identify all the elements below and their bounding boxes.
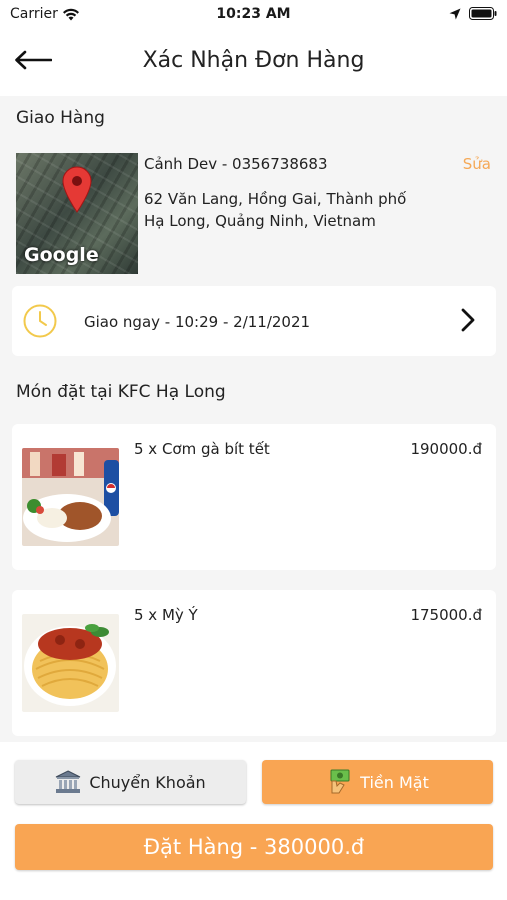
cash-button[interactable]: Tiền Mặt [262, 760, 493, 804]
item-name: 5 x Cơm gà bít tết [134, 440, 270, 458]
battery-icon [469, 7, 497, 20]
delivery-time-row[interactable]: Giao ngay - 10:29 - 2/11/2021 [12, 286, 496, 356]
map-attribution: Google [24, 244, 99, 266]
cash-label: Tiền Mặt [360, 772, 429, 792]
map-thumbnail[interactable]: Google [16, 153, 138, 274]
location-arrow-icon [449, 8, 461, 19]
status-right [449, 7, 497, 20]
bottom-panel: Chuyển Khoản Tiền Mặt Đặt Hàng - 380000.… [0, 742, 507, 900]
page-title: Xác Nhận Đơn Hàng [142, 48, 365, 73]
cash-hand-icon [330, 769, 350, 794]
clock-time: 10:23 AM [216, 6, 291, 22]
edit-address-button[interactable]: Sửa [463, 155, 491, 173]
item-price: 175000.đ [410, 606, 482, 624]
nav-header: Xác Nhận Đơn Hàng [0, 30, 507, 96]
map-pin-icon [62, 166, 92, 213]
delivery-time-text: Giao ngay - 10:29 - 2/11/2021 [84, 313, 311, 331]
order-section-label: Món đặt tại KFC Hạ Long [16, 382, 226, 402]
item-price: 190000.đ [410, 440, 482, 458]
contact-info: Cảnh Dev - 0356738683 [144, 155, 328, 173]
clock-icon [23, 304, 57, 338]
status-bar: Carrier 10:23 AM [0, 0, 507, 30]
bank-transfer-label: Chuyển Khoản [89, 772, 206, 792]
chevron-right-icon [461, 308, 475, 332]
bank-icon [56, 770, 81, 793]
list-item[interactable]: 5 x Cơm gà bít tết 190000.đ [12, 424, 496, 570]
bank-transfer-button[interactable]: Chuyển Khoản [15, 760, 246, 804]
delivery-address: 62 Văn Lang, Hồng Gai, Thành phố Hạ Long… [144, 190, 407, 230]
food-image-com-ga [22, 448, 119, 546]
list-item[interactable]: 5 x Mỳ Ý 175000.đ [12, 590, 496, 736]
item-name: 5 x Mỳ Ý [134, 606, 198, 624]
place-order-button[interactable]: Đặt Hàng - 380000.đ [15, 824, 493, 870]
food-image-my-y [22, 614, 119, 712]
delivery-section-label: Giao Hàng [16, 108, 105, 128]
